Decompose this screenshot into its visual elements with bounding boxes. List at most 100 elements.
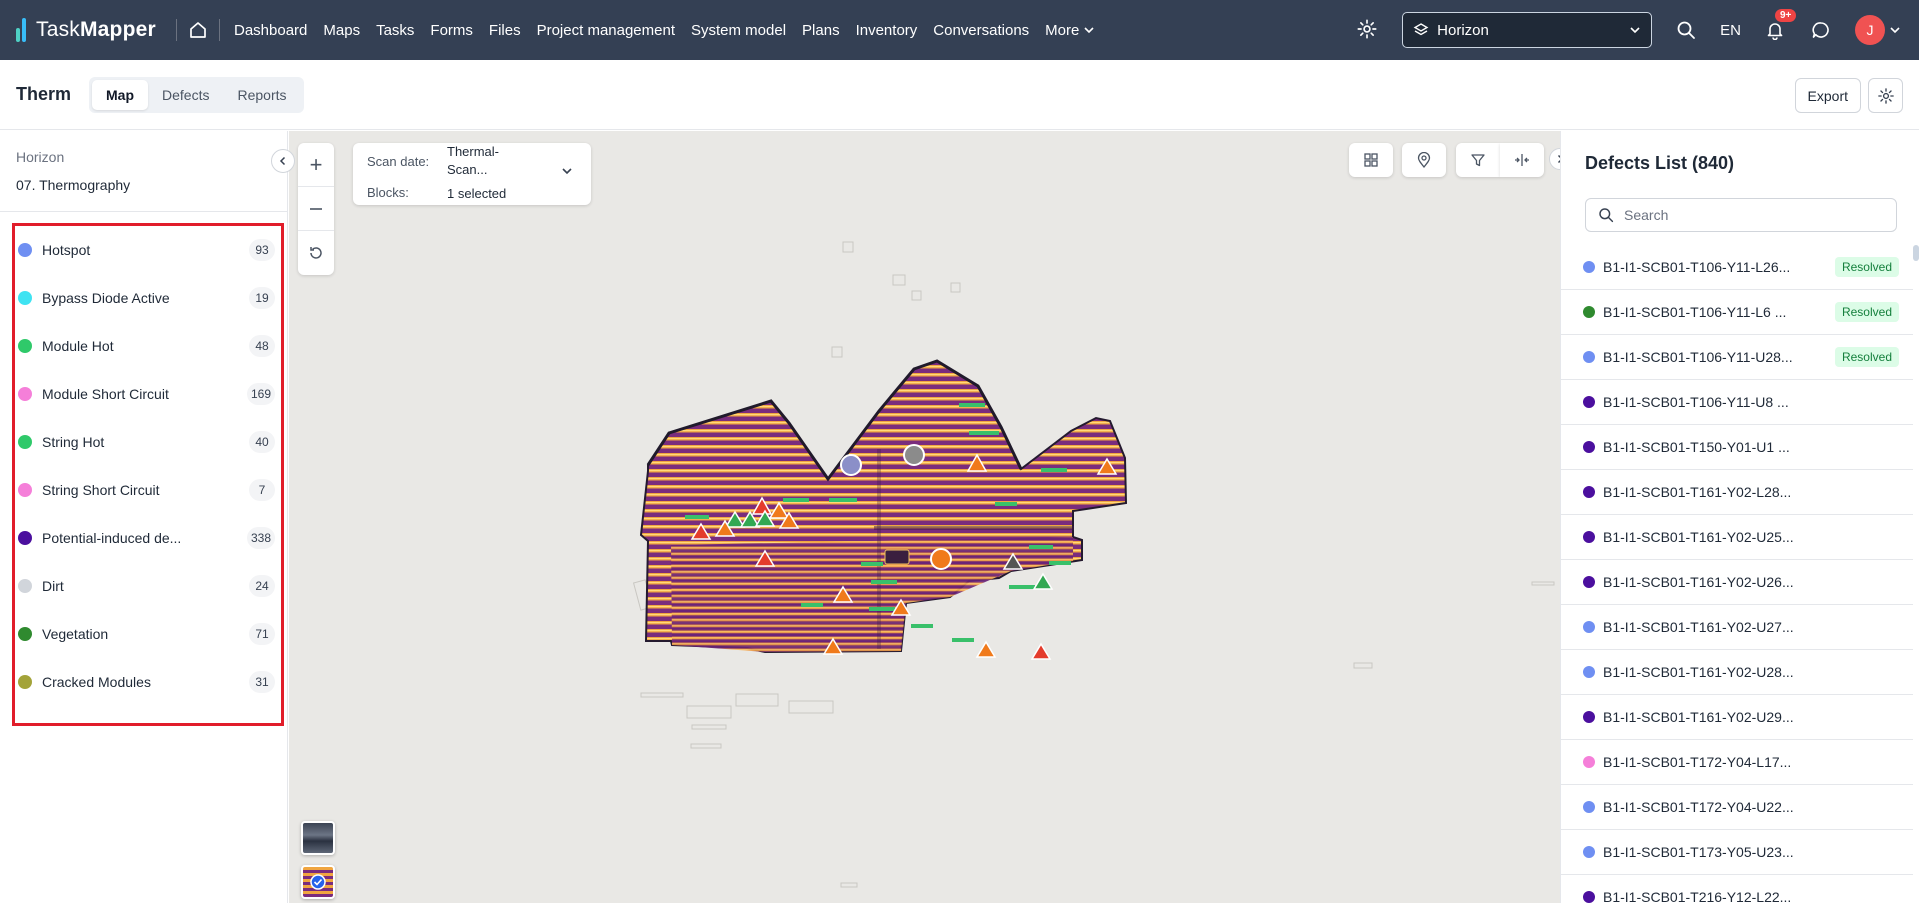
user-avatar[interactable]: J [1855,15,1885,45]
nav-item-inventory[interactable]: Inventory [856,22,918,39]
layers-icon [1413,23,1429,36]
thermal-layer-thumbnail[interactable] [301,865,335,899]
legend-count-badge: 24 [249,575,275,597]
defect-list-item[interactable]: B1-I1-SCB01-T172-Y04-U22... [1561,785,1913,830]
status-badge: Resolved [1834,302,1899,322]
defects-search-box[interactable] [1585,198,1897,232]
map-toolbar-group-1 [1349,143,1393,177]
gear-icon[interactable] [1356,18,1380,42]
project-selector[interactable]: Horizon [1402,12,1653,48]
legend-color-dot [18,387,32,401]
defect-list-item[interactable]: B1-I1-SCB01-T106-Y11-L6 ... Resolved [1561,290,1913,335]
legend-count-badge: 19 [249,287,275,309]
tab-defects[interactable]: Defects [148,80,223,110]
defect-name: B1-I1-SCB01-T172-Y04-L17... [1603,754,1792,770]
defect-list-item[interactable]: B1-I1-SCB01-T161-Y02-L28... [1561,470,1913,515]
defect-list-item[interactable]: B1-I1-SCB01-T161-Y02-U25... [1561,515,1913,560]
defect-list-item[interactable]: B1-I1-SCB01-T106-Y11-L26... Resolved [1561,245,1913,290]
defects-list-panel: Defects List (840) B1-I1-SCB01-T106-Y11-… [1560,131,1919,903]
export-button[interactable]: Export [1794,78,1861,113]
location-button[interactable] [1402,143,1446,177]
legend-item[interactable]: Module Hot 48 [15,322,281,370]
defect-list-item[interactable]: B1-I1-SCB01-T172-Y04-L17... [1561,740,1913,785]
defect-list-item[interactable]: B1-I1-SCB01-T161-Y02-U28... [1561,650,1913,695]
defect-list-item[interactable]: B1-I1-SCB01-T161-Y02-U29... [1561,695,1913,740]
nav-item-dashboard[interactable]: Dashboard [234,22,307,39]
scan-selector-panel[interactable]: Scan date: Thermal- Scan... Blocks: 1 se… [353,143,591,205]
legend-item[interactable]: String Short Circuit 7 [15,466,281,514]
defect-name: B1-I1-SCB01-T161-Y02-U29... [1603,709,1794,725]
legend-item[interactable]: Cracked Modules 31 [15,658,281,706]
nav-item-project-management[interactable]: Project management [537,22,675,39]
defect-list-item[interactable]: B1-I1-SCB01-T161-Y02-U27... [1561,605,1913,650]
legend-item[interactable]: String Hot 40 [15,418,281,466]
zoom-in-button[interactable]: + [298,143,334,187]
map-view[interactable]: + Scan date: Thermal- Scan... Blocks: 1 … [289,131,1560,903]
legend-item[interactable]: Vegetation 71 [15,610,281,658]
defect-list-item[interactable]: B1-I1-SCB01-T150-Y01-U1 ... [1561,425,1913,470]
defect-type-dot [1583,621,1595,633]
legend-label: String Short Circuit [42,482,160,498]
defect-type-dot [1583,711,1595,723]
nav-item-files[interactable]: Files [489,22,521,39]
legend-item[interactable]: Potential-induced de... 338 [15,514,281,562]
chevron-down-icon[interactable] [561,165,573,177]
defect-name: B1-I1-SCB01-T161-Y02-U26... [1603,574,1794,590]
collapse-sidebar-button[interactable] [271,149,295,173]
base-layer-thumbnail[interactable] [301,821,335,855]
sidebar-divider [0,211,288,212]
defect-name: B1-I1-SCB01-T161-Y02-U25... [1603,529,1794,545]
gear-icon [1877,87,1894,104]
nav-item-maps[interactable]: Maps [323,22,360,39]
nav-separator [219,19,220,41]
thermal-map-canvas[interactable] [289,131,1560,903]
defect-type-dot [1583,486,1595,498]
defect-list-item[interactable]: B1-I1-SCB01-T106-Y11-U8 ... [1561,380,1913,425]
legend-label: String Hot [42,434,105,450]
tab-reports[interactable]: Reports [223,80,300,110]
tab-map[interactable]: Map [92,79,149,110]
chevron-down-icon[interactable] [1889,24,1901,36]
legend-label: Cracked Modules [42,674,151,690]
nav-separator [176,19,177,41]
reset-view-button[interactable] [298,231,334,275]
left-sidebar: Horizon 07. Thermography Hotspot 93 Bypass… [0,131,295,903]
nav-item-plans[interactable]: Plans [802,22,840,39]
legend-item[interactable]: Module Short Circuit 169 [15,370,281,418]
nav-more-menu[interactable]: More [1045,22,1095,39]
chevron-left-icon [279,156,286,166]
defect-list-item[interactable]: B1-I1-SCB01-T106-Y11-U28... Resolved [1561,335,1913,380]
nav-item-conversations[interactable]: Conversations [933,22,1029,39]
nav-item-forms[interactable]: Forms [430,22,473,39]
map-toolbar-group-2 [1402,143,1446,177]
taskmapper-logo[interactable]: TaskMapper [16,18,166,42]
legend-color-dot [18,579,32,593]
nav-item-tasks[interactable]: Tasks [376,22,414,39]
defect-name: B1-I1-SCB01-T106-Y11-L6 ... [1603,304,1787,320]
legend-item[interactable]: Hotspot 93 [15,226,281,274]
zoom-controls: + [298,143,334,275]
grid-view-button[interactable] [1349,143,1393,177]
main-nav: Dashboard Maps Tasks Forms Files Project mana… [234,0,1045,60]
filter-button[interactable] [1456,143,1500,177]
chat-icon[interactable] [1809,18,1833,42]
app-header: Therm Map Defects Reports Export [0,60,1919,130]
nav-item-system-model[interactable]: System model [691,22,786,39]
home-icon[interactable] [187,19,209,41]
defects-list-scrollbar[interactable] [1913,245,1919,261]
defects-search-input[interactable] [1624,207,1884,223]
legend-item[interactable]: Bypass Diode Active 19 [15,274,281,322]
compare-button[interactable] [1500,143,1544,177]
search-icon[interactable] [1674,18,1698,42]
legend-item[interactable]: Dirt 24 [15,562,281,610]
settings-button[interactable] [1868,78,1903,113]
legend-label: Dirt [42,578,64,594]
defect-list-item[interactable]: B1-I1-SCB01-T216-Y12-L22... [1561,875,1913,903]
language-switcher[interactable]: EN [1720,22,1741,39]
defect-list-item[interactable]: B1-I1-SCB01-T161-Y02-U26... [1561,560,1913,605]
rotate-ccw-icon [310,247,322,259]
defect-list-item[interactable]: B1-I1-SCB01-T173-Y05-U23... [1561,830,1913,875]
zoom-out-button[interactable] [298,187,334,231]
notifications-button[interactable]: 9+ [1763,9,1797,42]
scan-date-value: Thermal- Scan... [447,144,500,177]
